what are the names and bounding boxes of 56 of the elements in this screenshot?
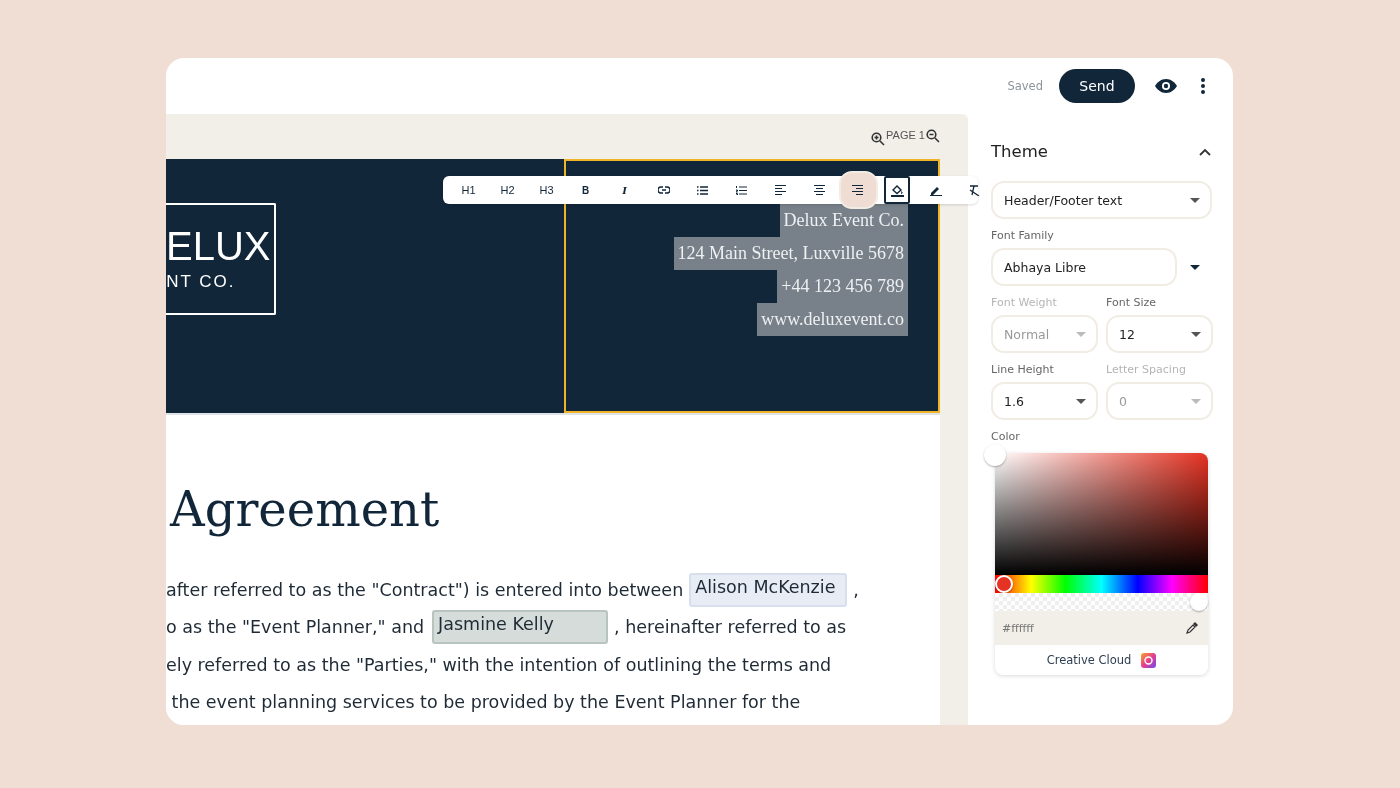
pen-icon [929,184,942,196]
value-select[interactable]: 1.6 [991,382,1098,420]
align-right-button[interactable] [839,171,878,209]
fill-button[interactable] [884,176,910,204]
send-button[interactable]: Send [1059,69,1135,103]
caret-icon[interactable] [1190,264,1200,270]
save-status: Saved [1007,79,1043,93]
field-label: Line Height [991,363,1055,376]
heading-button[interactable]: H1 [449,176,488,204]
paragraph-text: after referred to as the "Contract") is entered into between [166,579,684,600]
numbered-list-icon [736,185,747,195]
element-select[interactable]: Header/Footer text [991,181,1212,219]
paragraph-text: o as the "Event Planner," and [166,617,425,638]
field-label: Letter Spacing [1106,363,1187,376]
eyedropper-icon[interactable] [1186,622,1198,634]
chevron-icon[interactable] [1199,147,1211,156]
bold-button[interactable]: B [566,176,605,204]
heading-button[interactable]: H3 [527,176,566,204]
slider-handle[interactable] [995,575,1013,593]
name-field[interactable]: Jasmine Kelly [432,610,609,645]
field-label: Color [991,430,1021,443]
paragraph-text: ely referred to as the "Parties," with the intention of outlining the terms and [166,654,832,675]
paint-bucket-icon [890,183,904,197]
eye-icon[interactable] [1155,79,1177,93]
paragraph-text: , [853,579,859,600]
zoom-out-icon[interactable] [926,129,940,143]
align-right-icon [852,185,863,195]
field-label: Font Size [1106,296,1158,309]
document-heading: Agreement [170,480,441,539]
bullet-list-icon [697,185,708,195]
hex-value[interactable]: #ffffff [1002,621,1034,635]
name-field[interactable]: Alison McKenzie [689,572,848,607]
saturation-handle[interactable] [984,444,1006,466]
clear-format-icon [969,184,980,196]
align-center-icon [814,185,825,195]
align-left-icon [775,185,786,195]
opacity-slider[interactable] [995,593,1208,611]
library-link[interactable]: Creative Cloud [1046,653,1132,667]
hue-slider[interactable] [995,575,1208,593]
logo: ELUX NT CO. [166,203,276,315]
paragraph-text: , hereinafter referred to as [614,617,847,638]
value-select[interactable]: 12 [1106,315,1213,353]
more-icon[interactable] [1201,78,1205,94]
heading-button[interactable]: H2 [488,176,527,204]
paragraph-text: the event planning services to be provided by the Event Planner for the [170,692,801,713]
font-family-select[interactable]: Abhaya Libre [991,248,1177,286]
slider-handle[interactable] [1190,593,1208,611]
link-icon [657,186,670,194]
field-label: Font Weight [991,296,1058,309]
page-label: PAGE 1 [886,129,925,141]
section-title: Theme [991,142,1048,161]
field-label: Font Family [991,229,1055,242]
saturation-area[interactable] [995,453,1208,575]
italic-button[interactable]: I [605,176,644,204]
zoom-in-icon[interactable] [871,132,886,146]
cloud-logo-icon [1141,652,1157,668]
